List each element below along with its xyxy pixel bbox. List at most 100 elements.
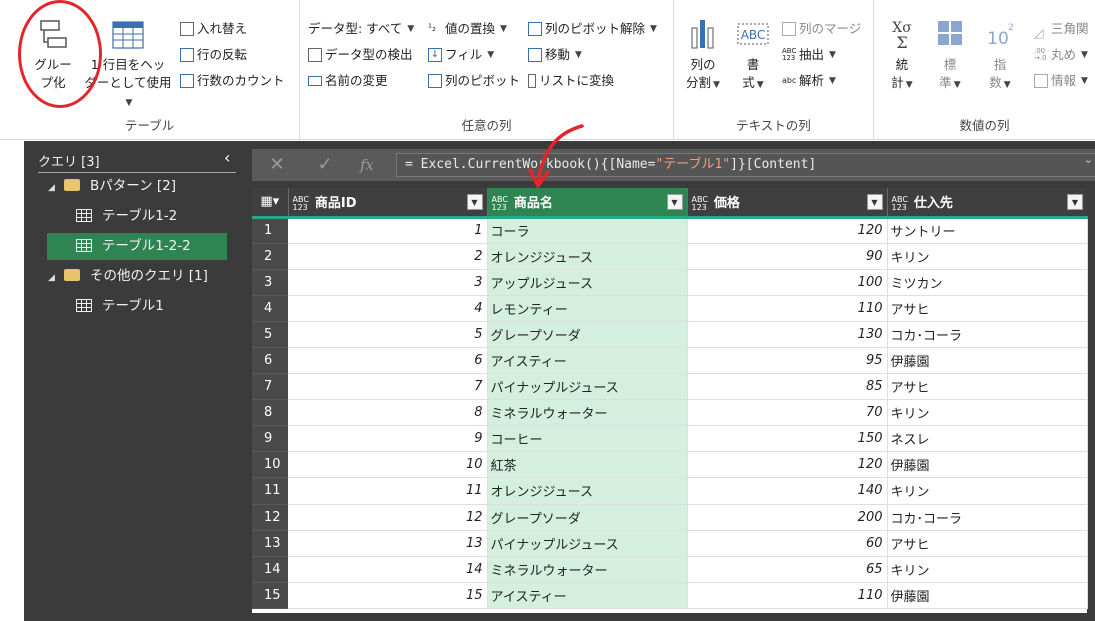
cell-price[interactable]: 95	[687, 347, 888, 375]
cell-supplier[interactable]: コカ･コーラ	[887, 504, 1088, 531]
cell-product-id[interactable]: 1	[288, 217, 488, 244]
filter-dropdown-icon[interactable]: ▼	[1067, 194, 1083, 210]
cell-product-name[interactable]: アップルジュース	[487, 269, 688, 296]
cell-product-id[interactable]: 5	[288, 321, 488, 348]
table-menu-button[interactable]: ▦▾	[252, 188, 289, 219]
information-button[interactable]: 情報 ▼	[1034, 70, 1088, 92]
row-number[interactable]: 10	[252, 451, 288, 479]
column-header-product-name[interactable]: ABC 123 商品名 ▼	[487, 188, 688, 219]
detect-data-type-button[interactable]: データ型の検出	[308, 44, 413, 66]
table-row[interactable]: 8 8 ミネラルウォーター 70 キリン	[252, 399, 1088, 427]
cell-product-name[interactable]: ミネラルウォーター	[487, 399, 688, 427]
row-number[interactable]: 13	[252, 530, 288, 557]
table-row[interactable]: 4 4 レモンティー 110 アサヒ	[252, 295, 1088, 322]
cell-product-id[interactable]: 12	[288, 504, 488, 531]
cell-supplier[interactable]: 伊藤園	[887, 451, 1088, 479]
cancel-icon[interactable]: ✕	[262, 153, 292, 177]
cell-product-id[interactable]: 15	[288, 582, 488, 609]
cell-supplier[interactable]: アサヒ	[887, 373, 1088, 401]
filter-dropdown-icon[interactable]: ▼	[666, 194, 683, 210]
cell-price[interactable]: 65	[687, 556, 888, 583]
cell-supplier[interactable]: キリン	[887, 399, 1088, 427]
pivot-column-button[interactable]: 列のピボット	[428, 70, 520, 92]
function-icon[interactable]: fx	[352, 153, 382, 177]
cell-product-name[interactable]: アイスティー	[487, 582, 688, 609]
rounding-button[interactable]: .00 →.0 丸め ▼	[1034, 44, 1088, 66]
cell-product-id[interactable]: 7	[288, 373, 488, 401]
cell-product-name[interactable]: アイスティー	[487, 347, 688, 375]
cell-supplier[interactable]: アサヒ	[887, 530, 1088, 557]
row-number[interactable]: 1	[252, 217, 288, 244]
statistics-button[interactable]: Χσ Σ 統 計 ▼	[882, 18, 922, 94]
table-row[interactable]: 15 15 アイスティー 110 伊藤園	[252, 582, 1088, 609]
group-by-button[interactable]: グルー プ化	[28, 18, 78, 92]
row-number[interactable]: 2	[252, 243, 288, 270]
table-row[interactable]: 5 5 グレープソーダ 130 コカ･コーラ	[252, 321, 1088, 348]
table-row[interactable]: 1 1 コーラ 120 サントリー	[252, 217, 1088, 244]
cell-supplier[interactable]: コカ･コーラ	[887, 321, 1088, 348]
parse-button[interactable]: abc 解析 ▼	[782, 70, 836, 92]
table-row[interactable]: 9 9 コーヒー 150 ネスレ	[252, 425, 1088, 453]
reverse-rows-button[interactable]: 行の反転	[180, 44, 247, 66]
cell-supplier[interactable]: キリン	[887, 477, 1088, 505]
cell-price[interactable]: 110	[687, 295, 888, 322]
cell-supplier[interactable]: アサヒ	[887, 295, 1088, 322]
cell-product-name[interactable]: 紅茶	[487, 451, 688, 479]
cell-price[interactable]: 130	[687, 321, 888, 348]
table-row[interactable]: 14 14 ミネラルウォーター 65 キリン	[252, 556, 1088, 583]
chevron-down-icon[interactable]: ⌄	[1084, 153, 1093, 166]
cell-product-id[interactable]: 3	[288, 269, 488, 296]
cell-product-id[interactable]: 4	[288, 295, 488, 322]
row-number[interactable]: 4	[252, 295, 288, 322]
cell-product-id[interactable]: 8	[288, 399, 488, 427]
cell-supplier[interactable]: ネスレ	[887, 425, 1088, 453]
cell-price[interactable]: 110	[687, 582, 888, 609]
use-first-row-as-headers-button[interactable]: 1 行目をヘッ ダーとして使用 ▼	[82, 18, 174, 112]
cell-product-name[interactable]: ミネラルウォーター	[487, 556, 688, 583]
row-number[interactable]: 15	[252, 582, 288, 609]
column-header-product-id[interactable]: ABC 123 商品ID ▼	[288, 188, 488, 219]
commit-icon[interactable]: ✓	[310, 153, 340, 177]
cell-product-id[interactable]: 11	[288, 477, 488, 505]
rename-button[interactable]: 名前の変更	[308, 70, 388, 92]
cell-product-id[interactable]: 13	[288, 530, 488, 557]
table-row[interactable]: 3 3 アップルジュース 100 ミツカン	[252, 269, 1088, 296]
cell-product-name[interactable]: オレンジジュース	[487, 477, 688, 505]
cell-product-id[interactable]: 6	[288, 347, 488, 375]
query-folder-other[interactable]: ◢ その他のクエリ [1]	[24, 263, 244, 290]
cell-product-id[interactable]: 14	[288, 556, 488, 583]
cell-supplier[interactable]: ミツカン	[887, 269, 1088, 296]
formula-input[interactable]: = Excel.CurrentWorkbook(){[Name="テーブル1"]…	[396, 153, 1095, 177]
cell-price[interactable]: 140	[687, 477, 888, 505]
split-column-button[interactable]: 列の 分割 ▼	[680, 18, 726, 94]
query-item-table-1[interactable]: テーブル1	[24, 293, 244, 320]
cell-product-id[interactable]: 9	[288, 425, 488, 453]
row-number[interactable]: 3	[252, 269, 288, 296]
table-row[interactable]: 13 13 パイナップルジュース 60 アサヒ	[252, 530, 1088, 557]
cell-price[interactable]: 60	[687, 530, 888, 557]
cell-price[interactable]: 150	[687, 425, 888, 453]
table-row[interactable]: 6 6 アイスティー 95 伊藤園	[252, 347, 1088, 375]
cell-product-name[interactable]: オレンジジュース	[487, 243, 688, 270]
extract-button[interactable]: ABC 123 抽出 ▼	[782, 44, 836, 66]
collapse-pane-icon[interactable]: ‹	[224, 149, 238, 167]
fill-button[interactable]: ↓ フィル ▼	[428, 44, 494, 66]
table-row[interactable]: 7 7 パイナップルジュース 85 アサヒ	[252, 373, 1088, 401]
row-number[interactable]: 14	[252, 556, 288, 583]
cell-price[interactable]: 200	[687, 504, 888, 531]
column-header-price[interactable]: ABC 123 価格 ▼	[687, 188, 888, 219]
cell-product-name[interactable]: グレープソーダ	[487, 321, 688, 348]
cell-price[interactable]: 120	[687, 451, 888, 479]
cell-product-name[interactable]: コーヒー	[487, 425, 688, 453]
count-rows-button[interactable]: 行数のカウント	[180, 70, 285, 92]
filter-dropdown-icon[interactable]: ▼	[866, 194, 883, 210]
cell-supplier[interactable]: キリン	[887, 556, 1088, 583]
cell-product-id[interactable]: 10	[288, 451, 488, 479]
cell-product-name[interactable]: パイナップルジュース	[487, 373, 688, 401]
trigonometry-button[interactable]: ◿ 三角関	[1034, 18, 1089, 40]
table-row[interactable]: 11 11 オレンジジュース 140 キリン	[252, 477, 1088, 505]
row-number[interactable]: 5	[252, 321, 288, 348]
row-number[interactable]: 8	[252, 399, 288, 427]
expand-triangle-icon[interactable]: ◢	[48, 265, 58, 292]
replace-values-button[interactable]: ¹₂ 値の置換 ▼	[428, 18, 507, 40]
